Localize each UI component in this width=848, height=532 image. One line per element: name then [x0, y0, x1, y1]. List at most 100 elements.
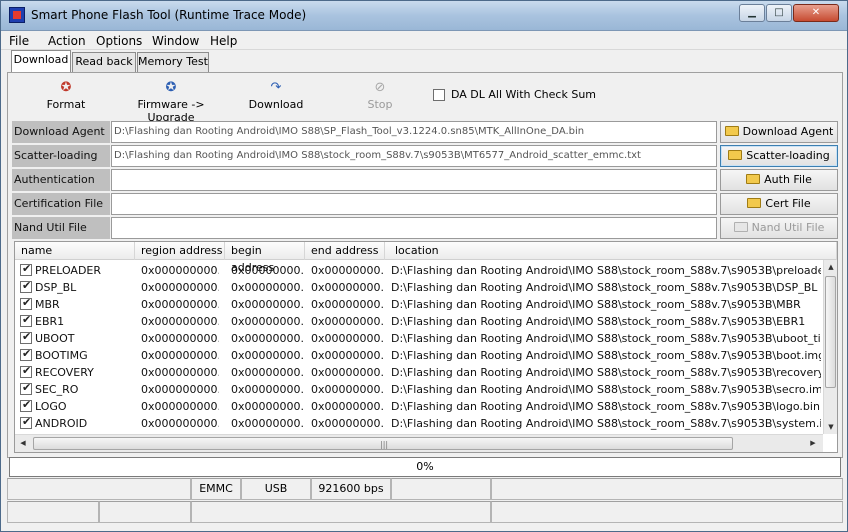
download-button[interactable]: ↷ Download	[248, 80, 304, 112]
row-checkbox[interactable]	[20, 347, 32, 361]
column-begin-address[interactable]: begin address	[225, 242, 305, 274]
download-agent-field[interactable]: D:\Flashing dan Rooting Android\IMO S88\…	[111, 121, 717, 143]
menu-options[interactable]: Options	[96, 34, 142, 48]
cell-name: DSP_BL	[35, 281, 77, 294]
format-icon: ✪	[60, 80, 72, 95]
row-checkbox[interactable]	[20, 296, 32, 310]
menu-file[interactable]: File	[9, 34, 29, 48]
cell-location: D:\Flashing dan Rooting Android\IMO S88\…	[391, 315, 806, 328]
download-agent-button-label: Download Agent	[742, 125, 834, 138]
firmware-upgrade-button[interactable]: ✪ Firmware -> Upgrade	[116, 81, 226, 125]
download-agent-button[interactable]: Download Agent	[720, 121, 838, 143]
cell-location: D:\Flashing dan Rooting Android\IMO S88\…	[391, 332, 821, 345]
scroll-thumb[interactable]	[825, 276, 836, 388]
status-cell-empty	[7, 501, 99, 523]
cell-location: D:\Flashing dan Rooting Android\IMO S88\…	[391, 281, 818, 294]
table-row[interactable]: RECOVERY 0x000000000... 0x00000000... 0x000…	[15, 364, 823, 381]
cell-region-address: 0x000000000...	[141, 366, 219, 379]
download-agent-label: Download Agent	[12, 121, 110, 143]
horizontal-scrollbar[interactable]: ◀ ||| ▶	[15, 434, 823, 452]
status-cell-empty	[7, 478, 191, 500]
table-row[interactable]: UBOOT 0x000000000... 0x00000000... 0x000000…	[15, 330, 823, 347]
authentication-file-label: Authentication File	[12, 169, 110, 208]
cell-begin-address: 0x00000000...	[231, 315, 303, 328]
auth-file-button-label: Auth File	[764, 173, 812, 186]
menu-action[interactable]: Action	[48, 34, 86, 48]
cell-end-address: 0x00000000...	[311, 298, 383, 311]
cell-end-address: 0x00000000...	[311, 383, 383, 396]
download-icon: ↷	[270, 80, 282, 95]
tab-memory-test[interactable]: Memory Test	[137, 52, 209, 72]
download-panel: ✪ Format ✪ Firmware -> Upgrade ↷ Downloa…	[7, 72, 843, 458]
checksum-checkbox[interactable]	[433, 89, 445, 101]
row-checkbox[interactable]	[20, 381, 32, 395]
scroll-right-icon[interactable]: ▶	[805, 435, 821, 451]
table-row[interactable]: EBR1 0x000000000... 0x00000000... 0x0000000…	[15, 313, 823, 330]
table-row[interactable]: BOOTIMG 0x000000000... 0x00000000... 0x0000…	[15, 347, 823, 364]
cell-end-address: 0x00000000...	[311, 332, 383, 345]
cell-region-address: 0x000000000...	[141, 332, 219, 345]
row-checkbox[interactable]	[20, 262, 32, 276]
cell-begin-address: 0x00000000...	[231, 383, 303, 396]
cell-region-address: 0x000000000...	[141, 315, 219, 328]
menu-window[interactable]: Window	[152, 34, 199, 48]
table-row[interactable]: SEC_RO 0x000000000... 0x00000000... 0x00000…	[15, 381, 823, 398]
maximize-button[interactable]: □	[766, 4, 792, 22]
row-checkbox[interactable]	[20, 330, 32, 344]
stop-icon: ⊘	[374, 80, 386, 95]
tab-download[interactable]: Download	[11, 50, 71, 72]
vertical-scrollbar[interactable]: ▲ ▼	[823, 260, 837, 434]
format-button[interactable]: ✪ Format	[44, 80, 88, 112]
nand-util-file-field[interactable]	[111, 217, 717, 239]
row-checkbox[interactable]	[20, 313, 32, 327]
folder-icon	[733, 222, 748, 232]
scatter-loading-field[interactable]: D:\Flashing dan Rooting Android\IMO S88\…	[111, 145, 717, 167]
scatter-loading-label: Scatter-loading File	[12, 145, 110, 184]
table-row[interactable]: ANDROID 0x000000000... 0x00000000... 0x0000…	[15, 415, 823, 432]
format-label: Format	[46, 98, 86, 111]
table-row[interactable]: PRELOADER 0x000000000... 0x00000000... 0x00…	[15, 262, 823, 279]
column-end-address[interactable]: end address	[305, 242, 385, 260]
scroll-thumb-horizontal[interactable]: |||	[33, 437, 733, 450]
cell-region-address: 0x000000000...	[141, 383, 219, 396]
column-location[interactable]: location	[385, 242, 837, 260]
stop-button[interactable]: ⊘ Stop	[363, 80, 397, 112]
nand-util-file-button[interactable]: Nand Util File	[720, 217, 838, 239]
partition-table: name region address begin address end ad…	[14, 241, 838, 453]
row-checkbox[interactable]	[20, 279, 32, 293]
cell-begin-address: 0x00000000...	[231, 400, 303, 413]
status-cell-empty	[491, 501, 843, 523]
cert-file-button[interactable]: Cert File	[720, 193, 838, 215]
table-row[interactable]: LOGO 0x000000000... 0x00000000... 0x0000000…	[15, 398, 823, 415]
certification-file-field[interactable]	[111, 193, 717, 215]
table-row[interactable]: DSP_BL 0x000000000... 0x00000000... 0x00000…	[15, 279, 823, 296]
app-icon	[9, 7, 25, 23]
column-region-address[interactable]: region address	[135, 242, 225, 260]
scroll-left-icon[interactable]: ◀	[15, 435, 31, 451]
scroll-down-icon[interactable]: ▼	[824, 420, 837, 434]
minimize-button[interactable]: ▁	[739, 4, 765, 22]
cell-location: D:\Flashing dan Rooting Android\IMO S88\…	[391, 349, 821, 362]
tab-read-back[interactable]: Read back	[72, 52, 136, 72]
close-button[interactable]: ✕	[793, 4, 839, 22]
cell-end-address: 0x00000000...	[311, 281, 383, 294]
cell-name: EBR1	[35, 315, 65, 328]
scroll-up-icon[interactable]: ▲	[824, 260, 837, 274]
column-name[interactable]: name	[15, 242, 135, 260]
cell-begin-address: 0x00000000...	[231, 281, 303, 294]
menu-help[interactable]: Help	[210, 34, 237, 48]
cell-begin-address: 0x00000000...	[231, 417, 303, 430]
status-cell-empty	[99, 501, 191, 523]
cell-region-address: 0x000000000...	[141, 281, 219, 294]
title-bar[interactable]: Smart Phone Flash Tool (Runtime Trace Mo…	[1, 1, 847, 31]
auth-file-button[interactable]: Auth File	[720, 169, 838, 191]
scatter-loading-button[interactable]: Scatter-loading	[720, 145, 838, 167]
row-checkbox[interactable]	[20, 415, 32, 429]
cell-name: RECOVERY	[35, 366, 94, 379]
table-header: name region address begin address end ad…	[15, 242, 837, 274]
table-row[interactable]: MBR 0x000000000... 0x00000000... 0x00000000…	[15, 296, 823, 313]
authentication-file-field[interactable]	[111, 169, 717, 191]
cell-end-address: 0x00000000...	[311, 400, 383, 413]
row-checkbox[interactable]	[20, 398, 32, 412]
row-checkbox[interactable]	[20, 364, 32, 378]
